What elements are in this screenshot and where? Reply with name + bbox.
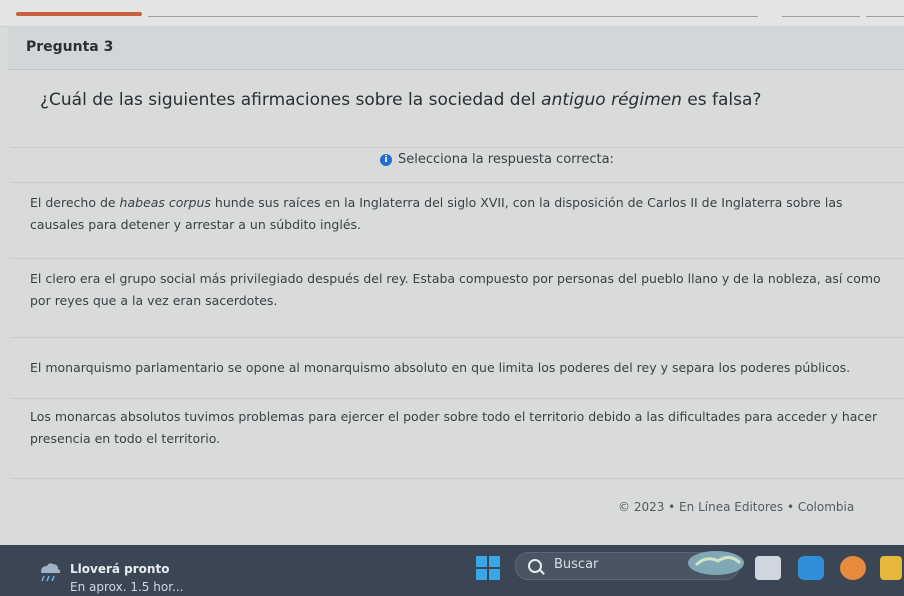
answer-option-1-emphasis: habeas corpus — [119, 195, 211, 210]
windows-start-icon[interactable] — [476, 556, 500, 580]
copyright-footer: © 2023 • En Línea Editores • Colombia — [618, 500, 855, 514]
divider — [10, 182, 904, 183]
question-text-start: ¿Cuál de las siguientes afirmaciones sob… — [40, 90, 542, 110]
top-divider-line-edge — [866, 16, 904, 17]
question-emphasis: antiguo régimen — [541, 90, 682, 110]
folder-icon[interactable] — [880, 556, 902, 580]
divider — [10, 478, 904, 479]
question-text-end: es falsa? — [681, 90, 762, 110]
divider — [10, 337, 904, 338]
question-header: Pregunta 3 — [8, 27, 904, 70]
browser-edge-icon[interactable] — [798, 556, 824, 580]
taskbar-search-input[interactable]: Buscar — [515, 551, 744, 580]
answer-option-4[interactable]: Los monarcas absolutos tuvimos problemas… — [10, 400, 904, 470]
answer-option-3[interactable]: El monarquismo parlamentario se opone al… — [10, 345, 904, 395]
answer-option-4-text: Los monarcas absolutos tuvimos problemas… — [30, 409, 878, 446]
answer-option-1-start: El derecho de — [30, 195, 120, 210]
answer-option-3-text: El monarquismo parlamentario se opone al… — [30, 360, 851, 375]
question-number: Pregunta 3 — [26, 39, 114, 55]
answer-option-2-text: El clero era el grupo social más privile… — [30, 271, 881, 308]
instruction: i Selecciona la respuesta correcta: — [380, 152, 614, 167]
browser-chrome-icon[interactable] — [840, 556, 866, 580]
search-icon — [528, 559, 542, 573]
start-tile — [476, 556, 487, 567]
start-tile — [476, 569, 487, 580]
start-tile — [489, 556, 500, 567]
rain-cloud-icon[interactable] — [34, 556, 64, 586]
file-explorer-icon[interactable] — [755, 556, 781, 580]
info-icon: i — [380, 153, 392, 166]
search-highlight-icon — [688, 551, 744, 575]
top-divider-line-right — [782, 16, 860, 17]
divider — [10, 147, 904, 148]
instruction-text: Selecciona la respuesta correcta: — [398, 152, 614, 167]
progress-accent-bar — [16, 12, 142, 16]
start-tile — [489, 569, 500, 580]
question-text: ¿Cuál de las siguientes afirmaciones sob… — [40, 90, 761, 110]
answer-option-1-text: El derecho de habeas corpus hunde sus ra… — [30, 192, 890, 236]
weather-title[interactable]: Lloverá pronto — [70, 562, 169, 576]
divider — [10, 398, 904, 399]
search-label: Buscar — [554, 557, 599, 572]
divider — [10, 258, 904, 259]
answer-option-1[interactable]: El derecho de habeas corpus hunde sus ra… — [10, 186, 904, 252]
top-divider-line — [148, 16, 758, 17]
answer-option-2[interactable]: El clero era el grupo social más privile… — [10, 262, 904, 328]
browser-top-strip — [0, 0, 904, 27]
weather-subtitle[interactable]: En aprox. 1.5 hor... — [70, 580, 183, 594]
